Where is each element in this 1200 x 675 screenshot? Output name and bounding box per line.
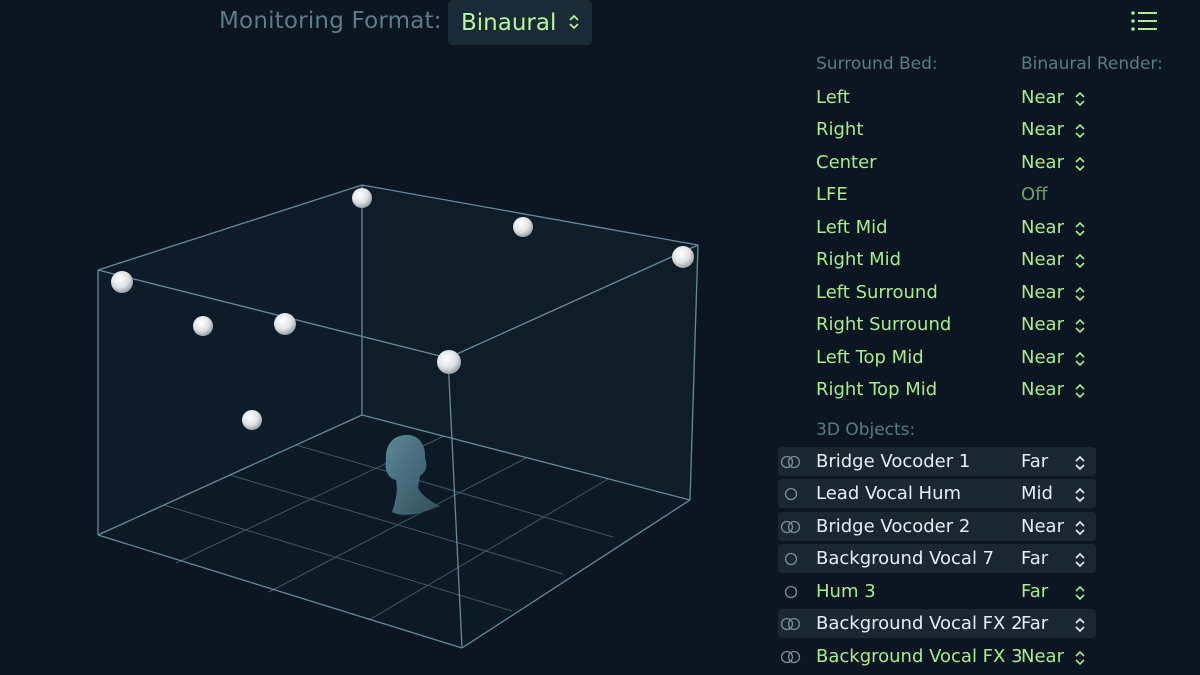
up-down-chevron-icon[interactable] xyxy=(1074,220,1086,238)
speaker-sphere[interactable] xyxy=(193,316,213,336)
bed-row-right-mid: Right Mid Near xyxy=(800,244,1100,276)
render-mode-select[interactable]: Far xyxy=(1021,581,1048,602)
bed-channel-name: Left xyxy=(816,87,850,108)
circle-icon[interactable] xyxy=(780,552,802,566)
bed-channel-name: Right Surround xyxy=(816,314,952,335)
render-mode-select[interactable]: Near xyxy=(1021,379,1064,400)
up-down-chevron-icon[interactable] xyxy=(1074,551,1086,569)
up-down-chevron-icon[interactable] xyxy=(1074,519,1086,537)
render-mode-select[interactable]: Far xyxy=(1021,548,1048,569)
object-name: Background Vocal FX 3 xyxy=(816,646,1023,667)
object-name: Background Vocal 7 xyxy=(816,548,995,569)
up-down-chevron-icon[interactable] xyxy=(1074,285,1086,303)
circle-icon[interactable] xyxy=(780,585,802,599)
render-mode-select[interactable]: Far xyxy=(1021,451,1048,472)
render-mode-select[interactable]: Near xyxy=(1021,314,1064,335)
up-down-chevron-icon[interactable] xyxy=(1074,486,1086,504)
bed-row-left-mid: Left Mid Near xyxy=(800,212,1100,244)
surround-bed-header: Surround Bed: xyxy=(816,54,938,74)
up-down-chevron-icon[interactable] xyxy=(1074,584,1086,602)
object-name: Bridge Vocoder 2 xyxy=(816,516,971,537)
bed-row-right-surround: Right Surround Near xyxy=(800,309,1100,341)
speaker-sphere[interactable] xyxy=(672,246,694,268)
object-row[interactable]: Hum 3 Far xyxy=(778,577,1096,606)
up-down-chevron-icon[interactable] xyxy=(1074,382,1086,400)
object-name: Background Vocal FX 2 xyxy=(816,613,1023,634)
render-mode-select[interactable]: Mid xyxy=(1021,483,1053,504)
object-name: Lead Vocal Hum xyxy=(816,483,962,504)
speaker-sphere[interactable] xyxy=(513,217,533,237)
bed-channel-name: Left Surround xyxy=(816,282,938,303)
bed-row-left: Left Near xyxy=(800,82,1100,114)
render-mode-select[interactable]: Near xyxy=(1021,152,1064,173)
bed-channel-name: Left Mid xyxy=(816,217,888,238)
bed-row-right-top-mid: Right Top Mid Near xyxy=(800,374,1100,406)
link-circles-icon[interactable] xyxy=(780,650,802,664)
object-row[interactable]: Bridge Vocoder 2 Near xyxy=(778,512,1096,541)
list-icon[interactable] xyxy=(1130,10,1158,32)
bed-row-right: Right Near xyxy=(800,114,1100,146)
up-down-chevron-icon[interactable] xyxy=(1074,649,1086,667)
up-down-chevron-icon[interactable] xyxy=(1074,616,1086,634)
bed-channel-name: Right Mid xyxy=(816,249,902,270)
speaker-sphere[interactable] xyxy=(352,188,372,208)
bed-row-lfe: LFE Off xyxy=(800,179,1100,211)
bed-channel-name: Left Top Mid xyxy=(816,347,924,368)
object-name: Hum 3 xyxy=(816,581,876,602)
object-name: Bridge Vocoder 1 xyxy=(816,451,971,472)
speaker-sphere[interactable] xyxy=(242,410,262,430)
object-row[interactable]: Bridge Vocoder 1 Far xyxy=(778,447,1096,476)
render-mode-select[interactable]: Near xyxy=(1021,119,1064,140)
render-mode-select[interactable]: Near xyxy=(1021,217,1064,238)
object-row[interactable]: Lead Vocal Hum Mid xyxy=(778,479,1096,508)
bed-row-left-top-mid: Left Top Mid Near xyxy=(800,342,1100,374)
up-down-chevron-icon[interactable] xyxy=(1074,317,1086,335)
object-row[interactable]: Background Vocal 7 Far xyxy=(778,544,1096,573)
render-mode-select[interactable]: Near xyxy=(1021,347,1064,368)
render-mode-select[interactable]: Far xyxy=(1021,613,1048,634)
speaker-sphere[interactable] xyxy=(274,313,296,335)
render-mode-select[interactable]: Near xyxy=(1021,516,1064,537)
render-mode-select[interactable]: Near xyxy=(1021,282,1064,303)
up-down-chevron-icon[interactable] xyxy=(1074,350,1086,368)
link-circles-icon[interactable] xyxy=(780,455,802,469)
up-down-chevron-icon[interactable] xyxy=(1074,252,1086,270)
room-3d-view[interactable] xyxy=(0,0,760,675)
render-mode-value: Off xyxy=(1021,184,1048,205)
up-down-chevron-icon[interactable] xyxy=(1074,155,1086,173)
speaker-sphere[interactable] xyxy=(437,350,461,374)
up-down-chevron-icon[interactable] xyxy=(1074,454,1086,472)
object-row[interactable]: Background Vocal FX 2 Far xyxy=(778,609,1096,638)
link-circles-icon[interactable] xyxy=(780,617,802,631)
circle-icon[interactable] xyxy=(780,487,802,501)
up-down-chevron-icon[interactable] xyxy=(1074,90,1086,108)
bed-channel-name: Right xyxy=(816,119,864,140)
render-mode-select[interactable]: Near xyxy=(1021,646,1064,667)
render-mode-select[interactable]: Near xyxy=(1021,249,1064,270)
render-mode-select[interactable]: Near xyxy=(1021,87,1064,108)
bed-row-left-surround: Left Surround Near xyxy=(800,277,1100,309)
bed-channel-name: LFE xyxy=(816,184,848,205)
bed-row-center: Center Near xyxy=(800,147,1100,179)
speaker-sphere[interactable] xyxy=(111,271,133,293)
link-circles-icon[interactable] xyxy=(780,520,802,534)
binaural-render-header: Binaural Render: xyxy=(1021,54,1163,74)
object-row[interactable]: Background Vocal FX 3 Near xyxy=(778,642,1096,671)
up-down-chevron-icon[interactable] xyxy=(1074,122,1086,140)
bed-channel-name: Right Top Mid xyxy=(816,379,938,400)
bed-channel-name: Center xyxy=(816,152,877,173)
objects-header: 3D Objects: xyxy=(816,420,916,440)
